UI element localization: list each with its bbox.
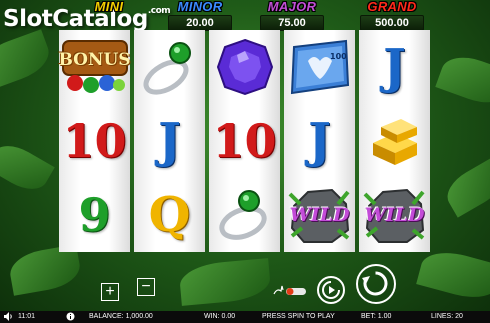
gold-bar-icon — [372, 119, 417, 165]
symbol-10: 10 — [209, 104, 280, 178]
status-message: PRESS SPIN TO PLAY — [262, 313, 335, 320]
status-bar: 11:01 BALANCE: 1,000.00 WIN: 0.00 PRESS … — [0, 311, 490, 323]
lines-text: LINES: 20 — [431, 313, 463, 320]
spin-arrow-icon — [362, 271, 388, 296]
game-stage: SlotCatalog.com MINI MINOR 20.00 MAJOR 7… — [0, 0, 490, 323]
leaf-decoration — [0, 29, 55, 91]
clock-time: 11:01 — [18, 313, 35, 320]
reel-grid: BONUS 10 9 J Q 10 100 J WILD J WILD — [58, 30, 431, 252]
symbol-gem — [209, 30, 280, 104]
symbol-10: 10 — [59, 104, 130, 178]
ticket-value: 100 — [330, 52, 347, 61]
symbol-gold-bar — [359, 104, 430, 178]
reel-4: 100 J WILD — [284, 30, 355, 252]
symbol-text: J — [308, 113, 331, 169]
jackpot-value: 75.00 — [260, 15, 324, 31]
symbol-text: 10 — [212, 114, 277, 168]
wild-label: WILD — [289, 204, 350, 226]
symbol-wild: WILD — [359, 178, 430, 252]
bet-text: BET: 1.00 — [361, 313, 392, 320]
autoplay-button[interactable] — [317, 276, 345, 304]
symbol-j: J — [359, 30, 430, 104]
reel-3: 10 — [209, 30, 280, 252]
decrease-bet-button[interactable]: − — [137, 278, 155, 296]
symbol-text: Q — [148, 187, 191, 243]
jackpot-name: MAJOR — [267, 0, 317, 14]
leaf-decoration — [178, 258, 272, 306]
leaf-decoration — [0, 137, 55, 198]
emerald-ring-icon — [218, 190, 267, 240]
win-text: WIN: 0.00 — [204, 313, 236, 320]
spin-button[interactable] — [356, 264, 396, 304]
jackpot-name: GRAND — [367, 0, 417, 14]
jackpot-value: 20.00 — [168, 15, 232, 31]
leaf-decoration — [435, 49, 490, 111]
turbo-toggle[interactable] — [272, 284, 308, 296]
symbol-q: Q — [134, 178, 205, 252]
sound-icon[interactable] — [4, 311, 13, 323]
symbol-ring — [134, 30, 205, 104]
autoplay-icon — [322, 281, 340, 299]
symbol-9: 9 — [59, 178, 130, 252]
rabbit-icon — [273, 285, 306, 295]
symbol-j: J — [134, 104, 205, 178]
logo-text: Slot — [3, 6, 53, 32]
ticket-icon: 100 — [290, 39, 349, 95]
symbol-ticket: 100 — [284, 30, 355, 104]
symbol-ring — [209, 178, 280, 252]
jackpot-minor: MINOR 20.00 — [165, 0, 235, 31]
reel-1: BONUS 10 9 — [58, 30, 131, 252]
bonus-label: BONUS — [58, 50, 131, 70]
jackpot-grand: GRAND 500.00 — [357, 0, 427, 31]
symbol-bonus: BONUS — [58, 30, 131, 104]
leaf-decoration — [440, 157, 490, 218]
increase-bet-button[interactable]: + — [101, 283, 119, 301]
reel-5: J WILD — [359, 30, 430, 252]
symbol-wild: WILD — [284, 178, 355, 252]
jackpot-mini: MINI — [78, 0, 140, 30]
jackpot-name: MINI — [94, 0, 124, 14]
symbol-text: 9 — [78, 188, 111, 242]
symbol-text: J — [383, 39, 406, 95]
info-icon[interactable] — [66, 311, 75, 323]
balance-text: BALANCE: 1,000.00 — [89, 313, 153, 320]
jackpot-major: MAJOR 75.00 — [257, 0, 327, 31]
jackpot-value: 500.00 — [360, 15, 424, 31]
symbol-text: 10 — [62, 114, 127, 168]
emerald-ring-icon — [143, 42, 191, 95]
symbol-text: J — [158, 113, 181, 169]
jackpot-name: MINOR — [177, 0, 223, 14]
symbol-j: J — [284, 104, 355, 178]
leaf-decoration — [416, 245, 490, 305]
reel-2: J Q — [134, 30, 205, 252]
purple-gem-icon — [216, 38, 273, 96]
wild-label: WILD — [364, 204, 425, 226]
